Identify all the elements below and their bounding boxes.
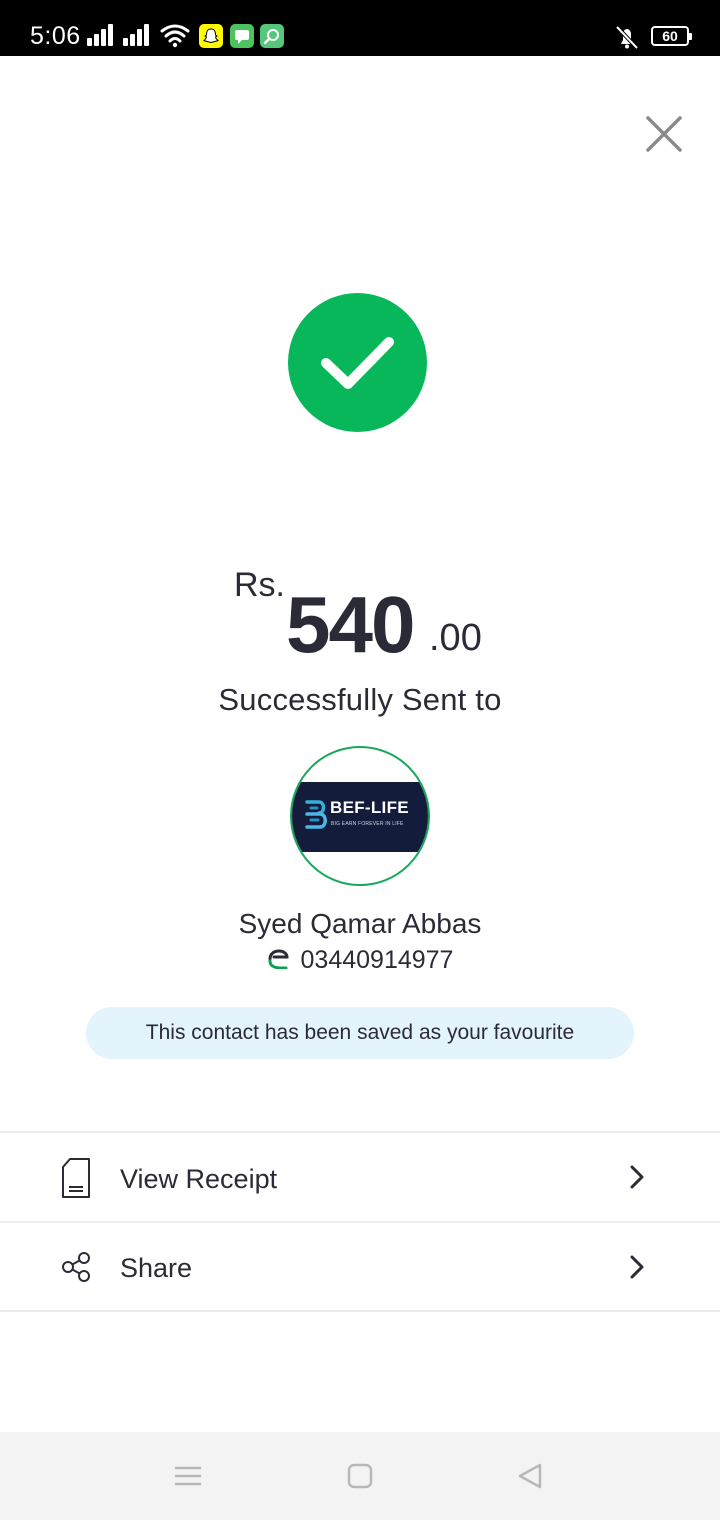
mute-icon [615,25,639,50]
share-label: Share [120,1253,193,1283]
amount-main: 540 [286,580,415,669]
bef-logo-mark [305,800,327,829]
battery-indicator: 60 [651,26,692,46]
share-icon [62,1252,90,1282]
status-bar: 5:06 60 [0,0,720,56]
avatar-logo: BEF-LIFE BIG EARN FOREVER IN LIFE [292,782,428,852]
close-button[interactable] [640,110,688,158]
back-icon[interactable] [516,1462,544,1490]
contact-phone-row: 03440914977 [0,946,720,975]
chevron-right-icon [630,1165,644,1189]
divider [0,1310,720,1312]
contact-avatar: BEF-LIFE BIG EARN FOREVER IN LIFE [290,746,430,886]
view-receipt-button[interactable]: View Receipt [0,1133,720,1221]
currency-label: Rs. [234,566,285,604]
home-icon[interactable] [346,1462,374,1490]
contact-name: Syed Qamar Abbas [238,908,482,939]
logo-subtext: BIG EARN FOREVER IN LIFE [331,821,404,827]
status-text: Successfully Sent to [218,682,502,717]
share-button[interactable]: Share [0,1223,720,1311]
wallet-icon [268,949,289,969]
wifi-icon [160,24,190,48]
messages-icon [230,24,254,48]
contact-phone: 03440914977 [300,946,454,974]
signal-icon [123,24,153,46]
menu-icon[interactable] [174,1462,202,1490]
close-icon [646,116,682,152]
signal-icon [87,24,117,46]
receipt-icon [62,1158,90,1198]
status-time: 5:06 [30,22,81,50]
amount-display: Rs. 540 .00 [0,560,720,670]
snapchat-icon [199,24,223,48]
chevron-right-icon [630,1255,644,1279]
checkmark-icon [321,337,394,389]
logo-text: BEF-LIFE [330,798,409,817]
amount-decimal: .00 [429,617,482,659]
favourite-notice: This contact has been saved as your favo… [86,1007,634,1059]
search-app-icon [260,24,284,48]
navigation-bar [0,1432,720,1520]
success-indicator [288,293,427,432]
view-receipt-label: View Receipt [120,1164,278,1194]
